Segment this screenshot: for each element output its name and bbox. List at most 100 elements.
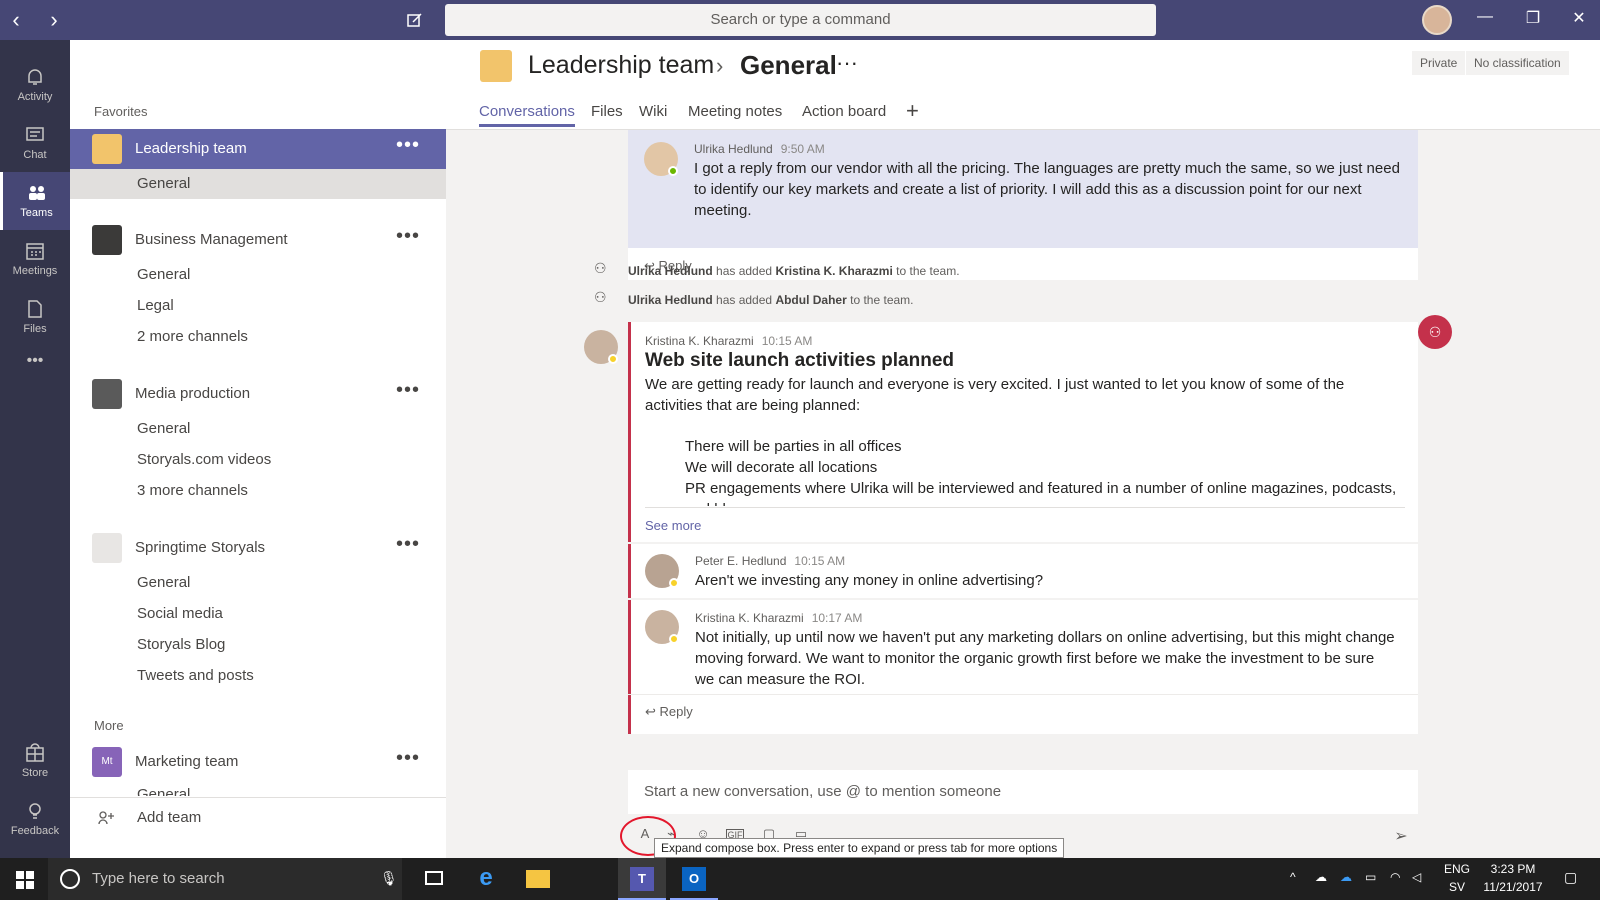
message-time: 9:50 AM	[780, 142, 825, 156]
rail-teams[interactable]: Teams	[0, 172, 70, 230]
message-body: Aren't we investing any money in online …	[695, 572, 1044, 589]
region-code: SV	[1448, 880, 1465, 894]
more-channels-link[interactable]: 2 more channels	[70, 322, 446, 352]
back-icon[interactable]: ‹	[4, 8, 28, 32]
channel-item[interactable]: General	[70, 260, 446, 290]
channel-more-button[interactable]: ···	[836, 50, 858, 76]
channel-general[interactable]: General	[70, 169, 446, 199]
team-row-marketing[interactable]: Mt Marketing team •••	[70, 742, 446, 782]
channel-item[interactable]: Storyals Blog	[70, 630, 446, 660]
team-more-button[interactable]: •••	[396, 225, 420, 248]
see-more-link[interactable]: See more	[645, 518, 701, 533]
teams-app-icon[interactable]: T	[618, 858, 666, 900]
header-team-name[interactable]: Leadership team	[528, 51, 714, 80]
channel-item[interactable]: General	[70, 568, 446, 598]
reply-divider	[628, 542, 1418, 544]
add-tab-button[interactable]: +	[906, 98, 919, 123]
channel-item[interactable]: Tweets and posts	[70, 661, 446, 691]
notice-target[interactable]: Kristina K. Kharazmi	[775, 264, 892, 278]
lightbulb-icon	[29, 803, 41, 819]
tab-wiki[interactable]: Wiki	[639, 103, 667, 127]
channel-item[interactable]: Legal	[70, 291, 446, 321]
message-time: 10:15 AM	[794, 554, 846, 568]
rail-files[interactable]: Files	[0, 288, 70, 346]
more-channels-link[interactable]: 3 more channels	[70, 476, 446, 506]
channel-item[interactable]: Social media	[70, 599, 446, 629]
tab-action-board[interactable]: Action board	[802, 103, 886, 127]
notice-target[interactable]: Abdul Daher	[775, 293, 846, 307]
add-team-row[interactable]: Add team	[70, 797, 446, 837]
announcement-icon[interactable]: ⚇	[1418, 315, 1452, 349]
message-meta: Ulrika Hedlund 9:50 AM	[694, 140, 825, 158]
page-title: General	[740, 50, 837, 80]
team-row-springtime[interactable]: Springtime Storyals •••	[70, 528, 446, 568]
rail-chat[interactable]: Chat	[0, 114, 70, 172]
volume-icon[interactable]: ◁	[1412, 870, 1421, 884]
team-name: Springtime Storyals	[135, 539, 266, 556]
system-notice: ⚇ Ulrika Hedlund has added Kristina K. K…	[594, 260, 960, 278]
taskbar-search-input[interactable]: Type here to search	[48, 858, 402, 900]
wifi-icon[interactable]: ◠	[1390, 870, 1400, 884]
message-author: Kristina K. Kharazmi	[645, 334, 754, 348]
classification-badge: No classification	[1466, 51, 1569, 75]
send-icon[interactable]: ➢	[1392, 826, 1410, 845]
file-icon	[28, 300, 42, 318]
clock-date: 11/21/2017	[1483, 880, 1543, 894]
compose-input[interactable]: Start a new conversation, use @ to menti…	[628, 770, 1418, 814]
tray-chevron-icon[interactable]: ^	[1290, 870, 1296, 884]
channel-header: Leadership team › General ··· Private No…	[446, 40, 1600, 130]
team-row-media[interactable]: Media production •••	[70, 374, 446, 414]
team-more-button[interactable]: •••	[396, 379, 420, 402]
notifications-icon[interactable]: ▢	[1564, 869, 1577, 886]
command-search-input[interactable]: Search or type a command	[445, 4, 1156, 36]
rail-label: Teams	[20, 207, 53, 219]
bullet-item: There will be parties in all offices	[685, 436, 1405, 457]
tab-conversations[interactable]: Conversations	[479, 103, 575, 127]
rail-meetings[interactable]: Meetings	[0, 230, 70, 288]
minimize-button[interactable]: —	[1470, 8, 1500, 26]
edge-icon[interactable]: e	[462, 858, 510, 900]
clock-time: 3:23 PM	[1490, 862, 1536, 876]
new-chat-icon[interactable]	[406, 11, 424, 29]
file-explorer-icon[interactable]	[514, 858, 562, 900]
rail-feedback[interactable]: Feedback	[0, 790, 70, 848]
battery-icon[interactable]: ▭	[1365, 870, 1376, 884]
channel-team-avatar	[480, 50, 512, 82]
bell-icon	[28, 69, 42, 85]
microphone-icon[interactable]: 🎙	[380, 870, 398, 887]
team-more-button[interactable]: •••	[396, 747, 420, 770]
tab-meeting-notes[interactable]: Meeting notes	[688, 103, 782, 127]
reply-divider	[628, 694, 1418, 695]
clock[interactable]: 3:23 PM 11/21/2017	[1478, 862, 1548, 894]
forward-icon[interactable]: ›	[42, 8, 66, 32]
onedrive-icon[interactable]: ☁	[1315, 870, 1327, 884]
task-view-icon[interactable]	[410, 858, 458, 900]
channel-item[interactable]: Storyals.com videos	[70, 445, 446, 475]
chat-icon	[26, 127, 44, 141]
language-indicator[interactable]: ENG SV	[1442, 862, 1472, 894]
restore-button[interactable]: ❐	[1518, 8, 1548, 28]
tab-files[interactable]: Files	[591, 103, 623, 127]
app-rail: Activity Chat Teams Meetings Files ••• S…	[0, 40, 70, 858]
rail-label: Feedback	[10, 825, 60, 837]
rail-activity[interactable]: Activity	[0, 56, 70, 114]
windows-start-icon[interactable]	[16, 871, 34, 889]
system-notice: ⚇ Ulrika Hedlund has added Abdul Daher t…	[594, 289, 914, 307]
rail-more-button[interactable]: •••	[0, 352, 70, 370]
team-avatar: Mt	[92, 747, 122, 777]
notice-actor[interactable]: Ulrika Hedlund	[628, 293, 713, 307]
rail-store[interactable]: Store	[0, 732, 70, 790]
close-button[interactable]: ✕	[1564, 8, 1594, 28]
team-more-button[interactable]: •••	[396, 134, 420, 157]
onedrive-business-icon[interactable]: ☁	[1340, 870, 1352, 884]
team-row-leadership[interactable]: Leadership team •••	[70, 129, 446, 169]
message-author: Kristina K. Kharazmi	[695, 611, 804, 625]
reply-button[interactable]: ↩ Reply	[645, 704, 693, 720]
outlook-icon[interactable]: O	[670, 858, 718, 900]
user-avatar[interactable]	[1422, 5, 1452, 35]
team-row-business[interactable]: Business Management •••	[70, 220, 446, 260]
notice-actor[interactable]: Ulrika Hedlund	[628, 264, 713, 278]
team-more-button[interactable]: •••	[396, 533, 420, 556]
channel-item[interactable]: General	[70, 782, 446, 796]
channel-item[interactable]: General	[70, 414, 446, 444]
